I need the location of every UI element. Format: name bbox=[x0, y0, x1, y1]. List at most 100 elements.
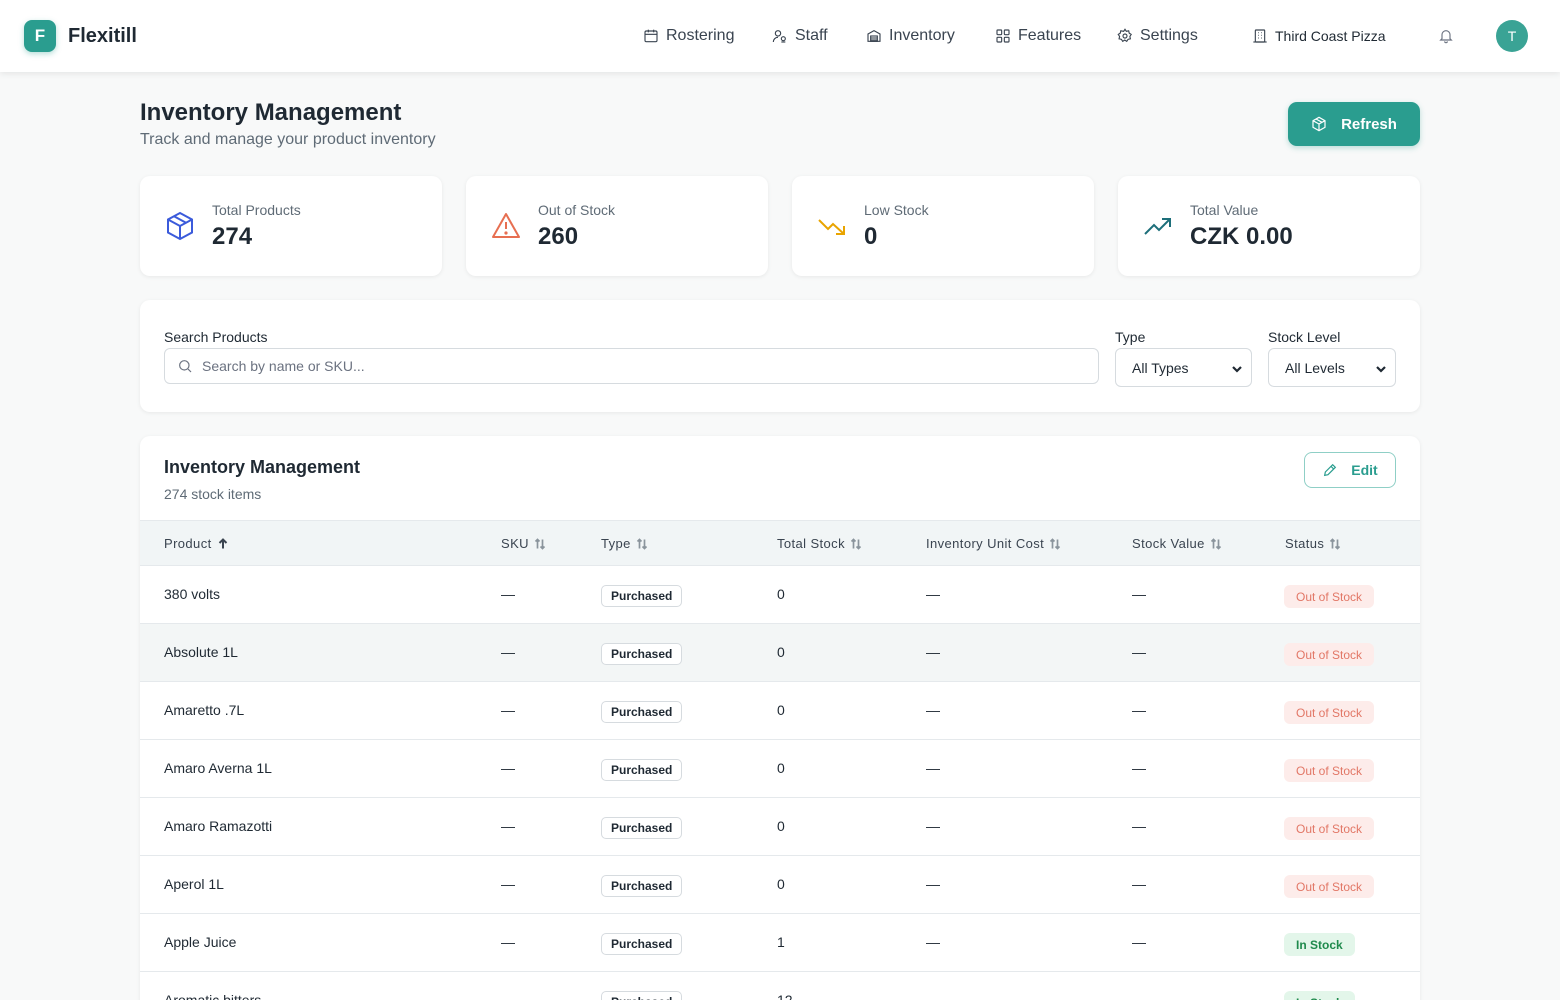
stat-label: Total Products bbox=[212, 202, 301, 218]
total-stock-cell: 0 bbox=[777, 644, 785, 660]
status-badge: Out of Stock bbox=[1284, 817, 1375, 840]
sort-ascending-icon bbox=[218, 537, 227, 548]
nav-item-label: Rostering bbox=[666, 27, 735, 44]
chevron-down-icon bbox=[1375, 362, 1387, 374]
type-badge: Purchased bbox=[601, 759, 683, 781]
product-name: Apple Juice bbox=[164, 934, 237, 950]
chevron-down-icon bbox=[1231, 362, 1243, 374]
sku-cell: — bbox=[501, 876, 515, 892]
grid-icon bbox=[996, 29, 1010, 43]
building-icon bbox=[1253, 29, 1267, 43]
sort-icon bbox=[636, 537, 647, 550]
stat-card-out-of-stock: Out of Stock 260 bbox=[466, 176, 768, 276]
table-row[interactable]: Amaro Ramazotti — Purchased 0 — — Out of… bbox=[140, 798, 1420, 856]
stock-value-cell: — bbox=[1132, 818, 1146, 834]
column-header-unit-cost[interactable]: Inventory Unit Cost bbox=[926, 536, 1061, 551]
nav-item-staff[interactable]: Staff bbox=[772, 26, 828, 46]
stock-level-label: Stock Level bbox=[1268, 329, 1341, 345]
type-select-value: All Types bbox=[1132, 359, 1189, 376]
calendar-icon bbox=[644, 29, 658, 43]
product-name: Amaro Averna 1L bbox=[164, 760, 272, 776]
table-title: Inventory Management bbox=[164, 457, 361, 477]
table-row[interactable]: Aperol 1L — Purchased 0 — — Out of Stock bbox=[140, 856, 1420, 914]
trending-down-icon bbox=[816, 210, 848, 242]
stock-value-cell: — bbox=[1132, 992, 1146, 1000]
unit-cost-cell: — bbox=[926, 702, 940, 718]
table-row[interactable]: Absolute 1L — Purchased 0 — — Out of Sto… bbox=[140, 624, 1420, 682]
box-icon bbox=[1312, 116, 1326, 132]
table-row[interactable]: Amaro Averna 1L — Purchased 0 — — Out of… bbox=[140, 740, 1420, 798]
status-badge: Out of Stock bbox=[1284, 759, 1375, 782]
stock-level-select[interactable]: All Levels bbox=[1268, 348, 1396, 387]
column-header-total-stock[interactable]: Total Stock bbox=[777, 536, 862, 551]
sku-cell: — bbox=[501, 992, 515, 1000]
search-label: Search Products bbox=[164, 329, 268, 345]
user-avatar[interactable]: T bbox=[1496, 20, 1528, 52]
table-row[interactable]: Aromatic bitters — Purchased 12 — — In S… bbox=[140, 972, 1420, 1000]
sku-cell: — bbox=[501, 818, 515, 834]
product-name: Amaro Ramazotti bbox=[164, 818, 273, 834]
status-badge: In Stock bbox=[1284, 933, 1355, 956]
total-stock-cell: 0 bbox=[777, 760, 785, 776]
type-select[interactable]: All Types bbox=[1115, 348, 1252, 387]
nav-item-inventory[interactable]: Inventory bbox=[866, 26, 955, 46]
top-navigation-bar: F Flexitill Rostering Staff Inventory Fe… bbox=[0, 0, 1560, 72]
filter-panel: Search Products Type All Types Stock Lev… bbox=[140, 300, 1420, 412]
table-header: Product SKU Type Total Stock Inventory U… bbox=[140, 520, 1420, 566]
status-badge: Out of Stock bbox=[1284, 585, 1375, 608]
status-badge: Out of Stock bbox=[1284, 701, 1375, 724]
column-header-status[interactable]: Status bbox=[1285, 536, 1341, 551]
product-name: Aromatic bitters bbox=[164, 992, 262, 1000]
type-badge: Purchased bbox=[601, 701, 683, 723]
sort-icon bbox=[1050, 537, 1061, 550]
brand[interactable]: F Flexitill bbox=[24, 20, 137, 52]
refresh-button[interactable]: Refresh bbox=[1288, 102, 1420, 146]
type-badge: Purchased bbox=[601, 875, 683, 897]
stock-value-cell: — bbox=[1132, 644, 1146, 660]
stat-card-total-value: Total Value CZK 0.00 bbox=[1118, 176, 1420, 276]
edit-button[interactable]: Edit bbox=[1304, 452, 1396, 488]
store-name: Third Coast Pizza bbox=[1275, 28, 1386, 44]
table-row[interactable]: Apple Juice — Purchased 1 — — In Stock bbox=[140, 914, 1420, 972]
page-title: Inventory Management bbox=[140, 99, 402, 126]
gear-icon bbox=[1117, 28, 1132, 43]
nav-item-settings[interactable]: Settings bbox=[1117, 26, 1198, 46]
column-header-type[interactable]: Type bbox=[601, 536, 648, 551]
search-input[interactable] bbox=[202, 358, 1082, 374]
sort-icon bbox=[1210, 537, 1221, 550]
total-stock-cell: 0 bbox=[777, 876, 785, 892]
pencil-icon bbox=[1324, 463, 1337, 477]
column-header-sku[interactable]: SKU bbox=[501, 536, 546, 551]
status-badge: Out of Stock bbox=[1284, 875, 1375, 898]
page-subtitle: Track and manage your product inventory bbox=[140, 131, 436, 148]
nav-item-features[interactable]: Features bbox=[995, 26, 1081, 46]
type-badge: Purchased bbox=[601, 933, 683, 955]
table-row[interactable]: Amaretto .7L — Purchased 0 — — Out of St… bbox=[140, 682, 1420, 740]
nav-item-label: Features bbox=[1018, 27, 1082, 44]
table-row[interactable]: 380 volts — Purchased 0 — — Out of Stock bbox=[140, 566, 1420, 624]
sku-cell: — bbox=[501, 702, 515, 718]
unit-cost-cell: — bbox=[926, 876, 940, 892]
search-field[interactable] bbox=[164, 348, 1099, 384]
stock-value-cell: — bbox=[1132, 702, 1146, 718]
edit-label: Edit bbox=[1351, 462, 1378, 478]
store-selector[interactable]: Third Coast Pizza bbox=[1252, 26, 1385, 46]
total-stock-cell: 1 bbox=[777, 934, 785, 950]
brand-logo: F bbox=[24, 20, 56, 52]
column-header-product[interactable]: Product bbox=[164, 536, 229, 551]
notifications-button[interactable] bbox=[1438, 28, 1454, 44]
warehouse-icon bbox=[867, 30, 881, 42]
stat-label: Total Value bbox=[1190, 202, 1259, 218]
stat-label: Low Stock bbox=[864, 202, 929, 218]
sku-cell: — bbox=[501, 934, 515, 950]
column-header-stock-value[interactable]: Stock Value bbox=[1132, 536, 1222, 551]
product-name: Amaretto .7L bbox=[164, 702, 245, 718]
box-icon bbox=[164, 210, 196, 242]
table-subtitle: 274 stock items bbox=[164, 486, 262, 502]
nav-item-rostering[interactable]: Rostering bbox=[643, 26, 734, 46]
type-badge: Purchased bbox=[601, 643, 683, 665]
total-stock-cell: 12 bbox=[777, 992, 793, 1000]
stat-value: 260 bbox=[538, 223, 579, 250]
stat-label: Out of Stock bbox=[538, 202, 616, 218]
total-stock-cell: 0 bbox=[777, 818, 785, 834]
